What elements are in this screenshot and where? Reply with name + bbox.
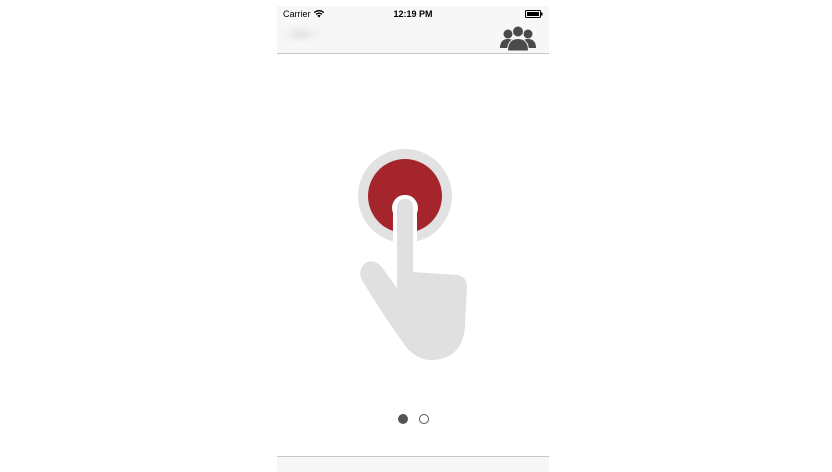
users-group-icon[interactable] bbox=[497, 24, 539, 52]
page-control[interactable] bbox=[277, 414, 549, 428]
status-bar: Carrier 12:19 PM bbox=[277, 6, 549, 23]
tap-tutorial-illustration bbox=[356, 149, 471, 363]
bottom-toolbar bbox=[277, 456, 549, 472]
phone-screen: Carrier 12:19 PM bbox=[277, 6, 549, 472]
navigation-bar bbox=[277, 23, 549, 54]
page-dot-2[interactable] bbox=[418, 414, 429, 424]
page-dot-1-active[interactable] bbox=[397, 414, 408, 424]
nav-left-blurred-item bbox=[281, 25, 321, 43]
screenshot-stage: Carrier 12:19 PM bbox=[0, 0, 832, 472]
status-time: 12:19 PM bbox=[393, 9, 433, 19]
battery-icon bbox=[525, 10, 543, 18]
